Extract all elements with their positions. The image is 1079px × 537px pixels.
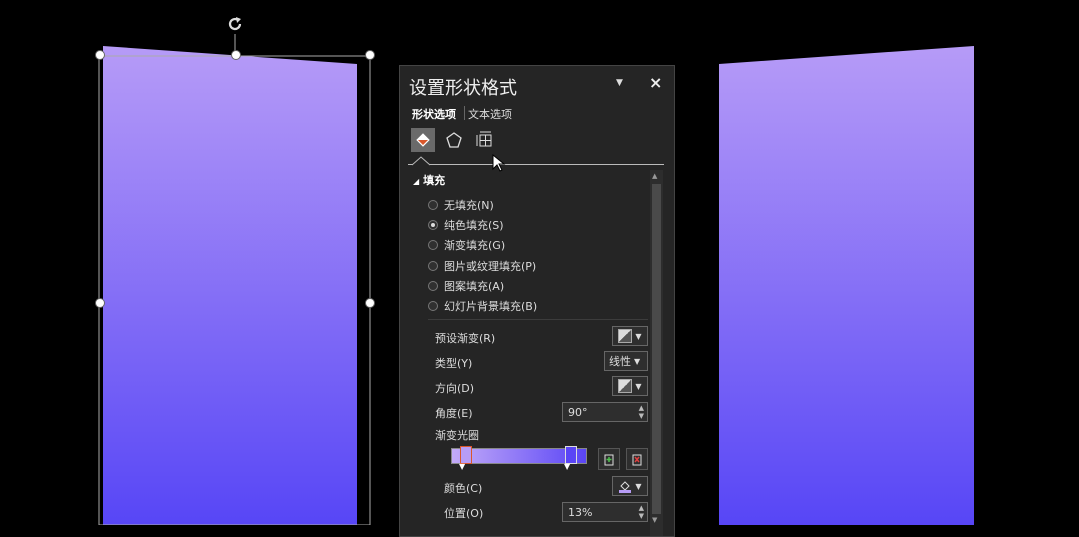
effects-pentagon-icon[interactable] bbox=[442, 128, 466, 152]
rotate-handle-icon[interactable] bbox=[225, 14, 245, 34]
position-label: 位置(O) bbox=[444, 507, 484, 520]
tab-divider bbox=[408, 164, 664, 165]
chevron-down-icon: ▼ bbox=[635, 331, 642, 341]
position-input[interactable]: 13% ▲ ▼ bbox=[562, 502, 648, 522]
pane-options-dropdown-icon[interactable]: ▼ bbox=[616, 78, 623, 88]
chevron-down-icon: ▼ bbox=[634, 356, 641, 366]
section-fill-header[interactable]: ◢ 填充 bbox=[413, 172, 445, 188]
pane-scrollbar[interactable]: ▲ ▼ bbox=[650, 170, 663, 536]
pane-title: 设置形状格式 bbox=[409, 78, 517, 99]
active-pointer-icon bbox=[412, 156, 431, 166]
direction-label: 方向(D) bbox=[435, 382, 475, 395]
size-properties-icon[interactable] bbox=[473, 128, 497, 152]
type-dropdown[interactable]: 线性 ▼ bbox=[604, 351, 648, 371]
resize-handle-tl[interactable] bbox=[95, 50, 105, 60]
resize-handle-tr[interactable] bbox=[365, 50, 375, 60]
angle-input[interactable]: 90° ▲ ▼ bbox=[562, 402, 648, 422]
radio-no-fill[interactable]: 无填充(N) bbox=[428, 197, 494, 213]
color-label: 颜色(C) bbox=[444, 482, 483, 495]
gradient-stop-handle-1-marker-icon: ▼ bbox=[459, 462, 466, 471]
collapse-triangle-icon: ◢ bbox=[413, 177, 420, 186]
preset-gradient-label: 预设渐变(R) bbox=[435, 332, 496, 345]
right-panel-shape[interactable] bbox=[700, 0, 1000, 525]
add-stop-icon bbox=[604, 454, 614, 466]
radio-slide-background-fill[interactable]: 幻灯片背景填充(B) bbox=[428, 298, 537, 314]
radio-gradient-fill[interactable]: 渐变填充(G) bbox=[428, 237, 505, 253]
radio-solid-fill[interactable]: 纯色填充(S) bbox=[428, 217, 504, 233]
radio-picture-fill[interactable]: 图片或纹理填充(P) bbox=[428, 258, 536, 274]
gradient-stops-label: 渐变光圈 bbox=[435, 429, 479, 442]
add-gradient-stop-button[interactable] bbox=[598, 448, 620, 470]
resize-handle-top[interactable] bbox=[231, 50, 241, 60]
tab-shape-options[interactable]: 形状选项 bbox=[412, 106, 456, 122]
direction-swatch-icon bbox=[618, 379, 633, 393]
direction-dropdown[interactable]: ▼ bbox=[612, 376, 648, 396]
resize-handle-right[interactable] bbox=[365, 298, 375, 308]
scroll-down-icon[interactable]: ▼ bbox=[652, 517, 657, 524]
remove-gradient-stop-button[interactable] bbox=[626, 448, 648, 470]
scroll-thumb[interactable] bbox=[652, 184, 661, 514]
scroll-up-icon[interactable]: ▲ bbox=[652, 173, 657, 180]
close-icon[interactable]: × bbox=[649, 73, 662, 92]
resize-handle-left[interactable] bbox=[95, 298, 105, 308]
angle-label: 角度(E) bbox=[435, 407, 473, 420]
preset-gradient-dropdown[interactable]: ▼ bbox=[612, 326, 648, 346]
gradient-swatch-icon bbox=[618, 329, 633, 343]
spin-arrows-icon[interactable]: ▲ ▼ bbox=[639, 404, 644, 420]
mouse-cursor-icon bbox=[492, 154, 506, 172]
gradient-stop-handle-2-marker-icon: ▼ bbox=[564, 462, 571, 471]
tab-text-options[interactable]: 文本选项 bbox=[468, 106, 512, 122]
type-label: 类型(Y) bbox=[435, 357, 473, 370]
remove-stop-icon bbox=[632, 454, 642, 466]
chevron-down-icon: ▼ bbox=[635, 481, 642, 491]
radio-pattern-fill[interactable]: 图案填充(A) bbox=[428, 278, 504, 294]
format-shape-pane: 设置形状格式 ▼ × 形状选项 文本选项 ▲ ▼ ◢ 填充 无填充(N) 纯色填充… bbox=[399, 65, 675, 537]
left-panel-shape[interactable] bbox=[0, 0, 400, 525]
color-dropdown[interactable]: ▼ bbox=[612, 476, 648, 496]
chevron-down-icon: ▼ bbox=[635, 381, 642, 391]
fill-line-icon[interactable] bbox=[411, 128, 435, 152]
spin-arrows-icon[interactable]: ▲ ▼ bbox=[639, 504, 644, 520]
paint-bucket-icon bbox=[619, 481, 632, 493]
